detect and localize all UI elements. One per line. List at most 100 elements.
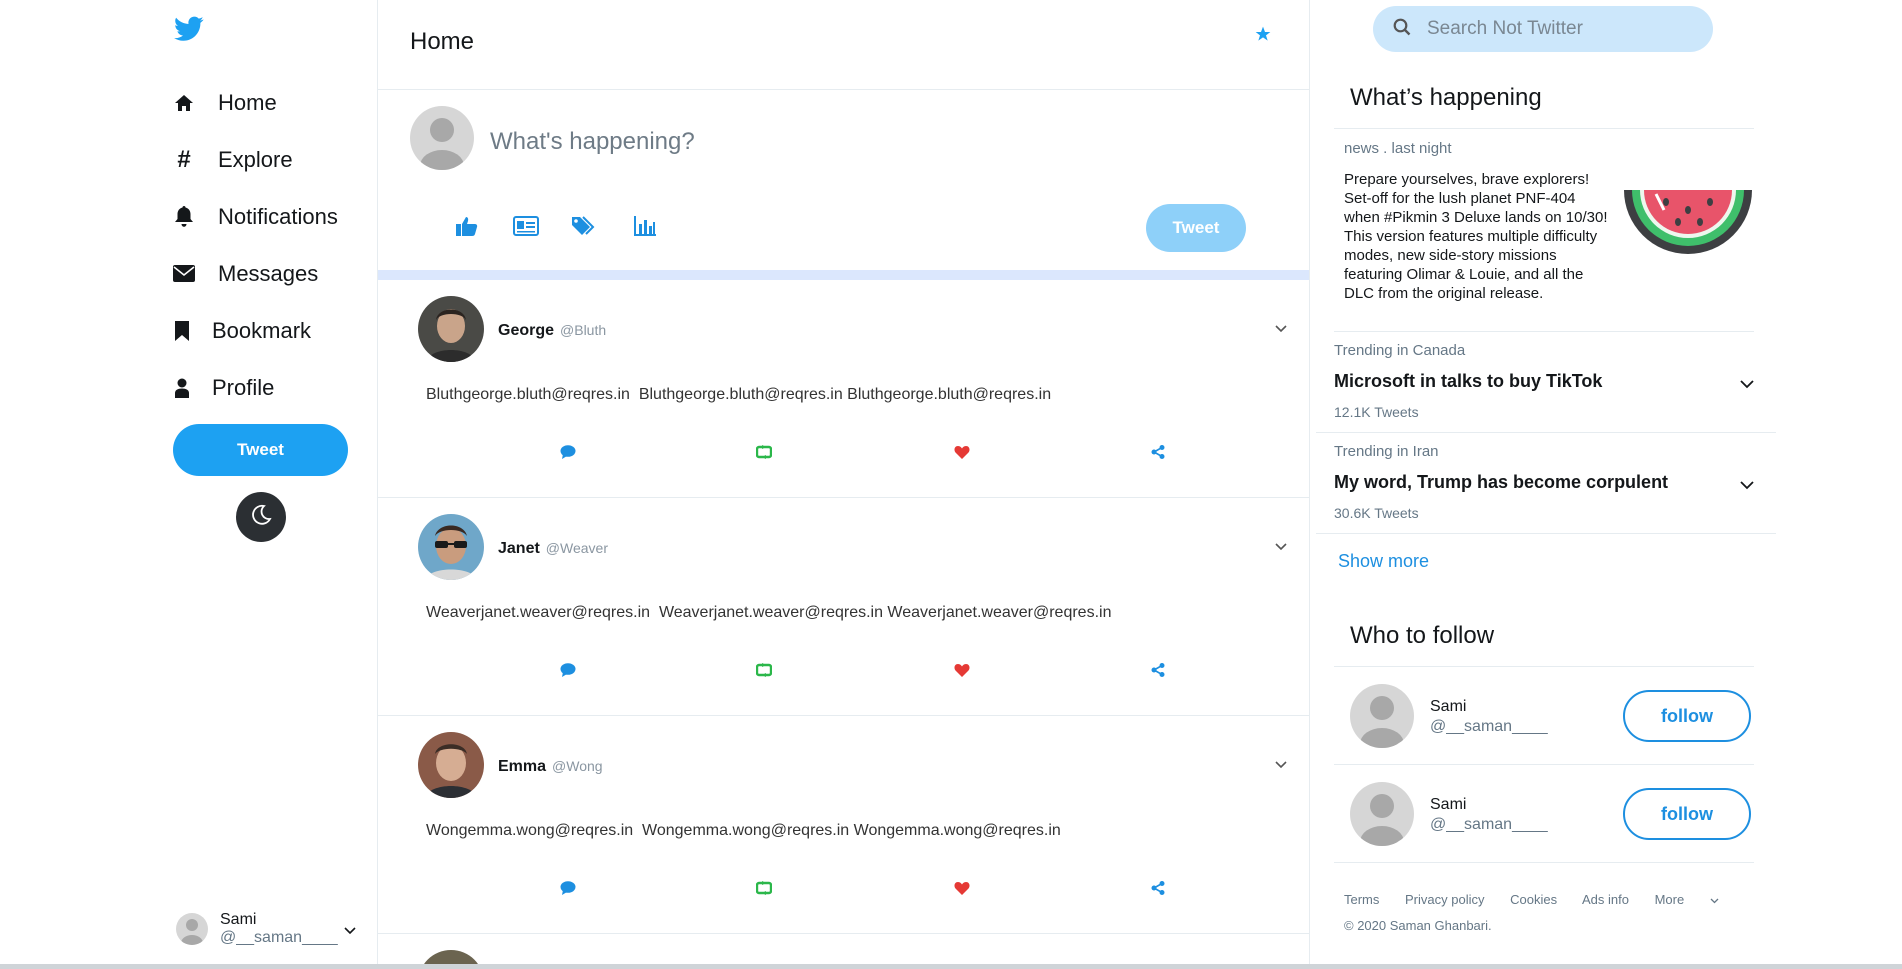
avatar [176,913,208,945]
footer-link-more[interactable]: More [1655,892,1741,907]
author-name: Emma [498,758,547,775]
chevron-down-icon [1710,892,1719,907]
avatar[interactable] [418,296,484,362]
main-header: Home [378,0,1309,90]
heart-icon[interactable] [952,878,972,898]
thumbs-up-icon[interactable] [456,216,478,241]
divider [378,270,1309,280]
window-bottom-edge [0,964,1902,969]
footer-link-terms[interactable]: Terms [1344,892,1379,907]
heart-icon[interactable] [952,442,972,462]
tweet-text: Bluthgeorge.bluth@reqres.in Bluthgeorge.… [426,386,1052,403]
right-sidebar: What’s happening news . last night Prepa… [1310,0,1902,969]
id-card-icon[interactable] [513,216,539,241]
share-icon[interactable] [1148,660,1168,680]
reply-icon[interactable] [558,878,578,898]
search-input[interactable] [1427,18,1687,40]
author-name: Janet [498,540,540,557]
envelope-icon [172,262,196,286]
bell-icon [172,205,196,229]
follow-suggestion: Sami @__saman____ follow [1350,766,1751,862]
tweet-text: Weaverjanet.weaver@reqres.in Weaverjanet… [426,604,1112,621]
bookmark-icon [170,319,194,343]
bar-chart-icon[interactable] [634,216,656,241]
compose-tweet-button[interactable]: Tweet [1146,204,1246,252]
primary-nav: Home # Explore Notifications Messages Bo… [172,74,338,416]
avatar[interactable] [418,514,484,580]
tweet-card[interactable]: Janet @Weaver Weaverjanet.weaver@reqres.i… [378,498,1309,716]
divider [1334,128,1754,129]
sidebar-tweet-button[interactable]: Tweet [173,424,348,476]
author-handle: @Bluth [560,322,607,338]
tweet-composer: Tweet [378,90,1309,270]
twitter-bird-logo-icon[interactable] [174,16,206,44]
tweet-author[interactable]: Emma @Wong [498,758,603,776]
retweet-icon[interactable] [754,442,774,462]
tweet-text: Wongemma.wong@reqres.in Wongemma.wong@re… [426,822,1061,839]
tweet-card[interactable]: Emma @Wong Wongemma.wong@reqres.in Wongem… [378,716,1309,934]
suggested-user-name[interactable]: Sami [1430,698,1466,716]
reply-icon[interactable] [558,442,578,462]
news-text[interactable]: Prepare yourselves, brave explorers! Set… [1344,170,1614,303]
avatar[interactable] [1350,782,1414,846]
heart-icon[interactable] [952,660,972,680]
who-to-follow-title: Who to follow [1350,622,1495,649]
trend-item[interactable]: Trending in Iran My word, Trump has beco… [1334,443,1754,521]
nav-item-profile[interactable]: Profile [170,359,338,416]
search-bar[interactable] [1373,6,1713,52]
account-switcher[interactable]: Sami @__saman____ [176,908,356,950]
nav-item-bookmark[interactable]: Bookmark [170,302,338,359]
dark-mode-toggle[interactable] [236,492,286,542]
retweet-icon[interactable] [754,878,774,898]
page-title: Home [410,28,475,55]
nav-label-notifications: Notifications [218,203,338,229]
tweet-author[interactable]: Janet @Weaver [498,540,608,558]
show-more-link[interactable]: Show more [1338,551,1429,572]
divider [1334,331,1754,332]
share-icon[interactable] [1148,442,1168,462]
copyright: © 2020 Saman Ghanbari. [1344,918,1492,933]
trend-item[interactable]: Trending in Canada Microsoft in talks to… [1334,342,1754,420]
avatar[interactable] [418,732,484,798]
chevron-down-icon[interactable] [1275,756,1287,774]
trend-topic: Microsoft in talks to buy TikTok [1334,371,1603,391]
chevron-down-icon[interactable] [1275,538,1287,556]
share-icon[interactable] [1148,878,1168,898]
suggested-user-name[interactable]: Sami [1430,796,1466,814]
trend-count: 30.6K Tweets [1334,505,1419,521]
divider [1334,764,1754,765]
author-handle: @Weaver [545,540,608,556]
user-icon [170,376,194,400]
watermelon-image[interactable] [1622,188,1754,267]
nav-label-profile: Profile [212,374,275,400]
follow-button[interactable]: follow [1623,690,1751,742]
compose-input[interactable] [490,122,1130,162]
tweet-card[interactable]: George @Bluth Bluthgeorge.bluth@reqres.in… [378,280,1309,498]
footer-link-cookies[interactable]: Cookies [1510,892,1557,907]
chevron-down-icon[interactable] [1740,477,1754,495]
follow-button[interactable]: follow [1623,788,1751,840]
chevron-down-icon [344,922,356,940]
footer-more-label: More [1654,892,1685,907]
nav-label-home: Home [218,89,277,115]
trend-meta: Trending in Canada [1334,342,1466,359]
footer-links: Terms Privacy policy Cookies Ads info Mo… [1344,892,1763,907]
footer-link-ads-info[interactable]: Ads info [1582,892,1629,907]
moon-icon [249,503,273,532]
suggested-user-handle: @__saman____ [1430,718,1548,735]
tweet-author[interactable]: George @Bluth [498,322,606,340]
footer-link-privacy[interactable]: Privacy policy [1405,892,1484,907]
reply-icon[interactable] [558,660,578,680]
nav-item-explore[interactable]: # Explore [172,131,338,188]
nav-label-messages: Messages [218,260,319,286]
nav-item-notifications[interactable]: Notifications [172,188,338,245]
star-icon[interactable] [1255,26,1271,47]
nav-item-messages[interactable]: Messages [172,245,338,302]
avatar[interactable] [1350,684,1414,748]
nav-item-home[interactable]: Home [172,74,338,131]
chevron-down-icon[interactable] [1740,376,1754,394]
tags-icon[interactable] [572,216,596,241]
divider [1334,666,1754,667]
retweet-icon[interactable] [754,660,774,680]
chevron-down-icon[interactable] [1275,320,1287,338]
